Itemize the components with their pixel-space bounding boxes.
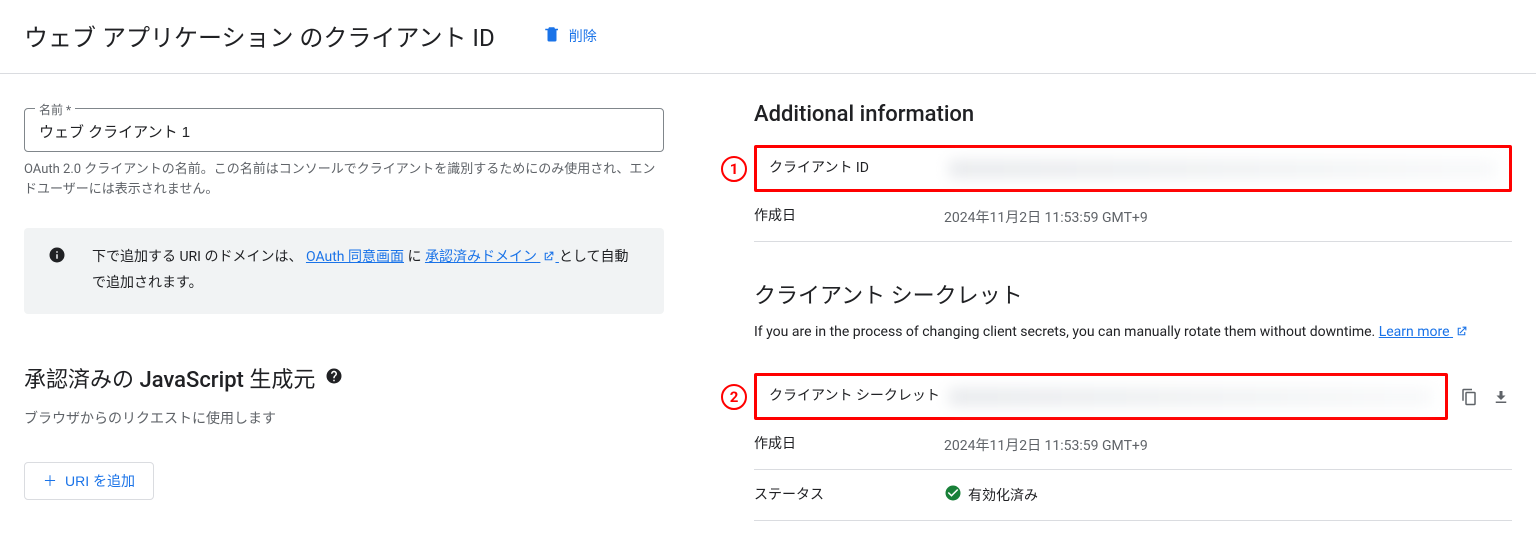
client-id-row: 1 クライアント ID — [754, 145, 1512, 192]
info-prefix: 下で追加する URI のドメインは、 — [92, 249, 302, 265]
status-row: ステータス 有効化済み — [754, 470, 1512, 521]
info-icon — [48, 246, 68, 266]
approved-domains-link-label: 承認済みドメイン — [425, 249, 537, 265]
oauth-consent-link[interactable]: OAuth 同意画面 — [306, 249, 404, 265]
status-label: ステータス — [754, 485, 934, 506]
check-circle-icon — [944, 484, 962, 506]
open-in-new-icon-2 — [1455, 324, 1468, 345]
client-id-label: クライアント ID — [769, 158, 949, 179]
delete-button-label: 削除 — [569, 26, 597, 46]
created-date-label-1: 作成日 — [754, 206, 934, 227]
open-in-new-icon — [542, 248, 555, 272]
callout-number-1: 1 — [721, 156, 747, 182]
learn-more-label: Learn more — [1379, 324, 1450, 340]
help-icon[interactable] — [325, 367, 343, 389]
name-field-container: 名前 * — [24, 108, 664, 152]
name-helper-text: OAuth 2.0 クライアントの名前。この名前はコンソールでクライアントを識別… — [24, 160, 664, 200]
add-uri-label: URI を追加 — [65, 471, 135, 491]
created-date-row-2: 作成日 2024年11月2日 11:53:59 GMT+9 — [754, 420, 1512, 470]
plus-icon: ＋ — [43, 471, 57, 491]
info-text: 下で追加する URI のドメインは、 OAuth 同意画面 に 承認済みドメイン… — [92, 246, 640, 296]
approved-domains-link[interactable]: 承認済みドメイン — [425, 249, 559, 265]
client-secrets-title: クライアント シークレット — [754, 278, 1512, 310]
client-secrets-desc: If you are in the process of changing cl… — [754, 322, 1512, 345]
info-mid: に — [407, 249, 421, 265]
name-field-label: 名前 * — [35, 101, 75, 118]
client-secret-label: クライアント シークレット — [769, 386, 949, 407]
created-date-value-2: 2024年11月2日 11:53:59 GMT+9 — [944, 435, 1512, 455]
client-secret-row: 2 クライアント シークレット — [754, 373, 1448, 420]
created-date-value-1: 2024年11月2日 11:53:59 GMT+9 — [944, 207, 1512, 227]
callout-number-2: 2 — [721, 384, 747, 410]
page-title: ウェブ アプリケーション のクライアント ID — [24, 18, 495, 53]
created-date-label-2: 作成日 — [754, 434, 934, 455]
created-date-row-1: 作成日 2024年11月2日 11:53:59 GMT+9 — [754, 192, 1512, 242]
client-id-value — [949, 160, 1497, 178]
client-secrets-desc-text: If you are in the process of changing cl… — [754, 324, 1379, 340]
additional-info-title: Additional information — [754, 102, 1512, 127]
js-origins-title: 承認済みの JavaScript 生成元 — [24, 362, 315, 394]
copy-icon[interactable] — [1458, 386, 1480, 408]
name-input[interactable] — [39, 123, 649, 140]
info-box: 下で追加する URI のドメインは、 OAuth 同意画面 に 承認済みドメイン… — [24, 228, 664, 314]
client-secret-value — [949, 388, 1433, 406]
delete-button[interactable]: 削除 — [535, 19, 605, 53]
add-uri-button[interactable]: ＋ URI を追加 — [24, 462, 154, 500]
status-value: 有効化済み — [968, 485, 1038, 505]
learn-more-link[interactable]: Learn more — [1379, 324, 1468, 340]
download-icon[interactable] — [1490, 386, 1512, 408]
js-origins-subtitle: ブラウザからのリクエストに使用します — [24, 408, 664, 428]
status-value-wrap: 有効化済み — [944, 484, 1512, 506]
trash-icon — [543, 25, 561, 47]
